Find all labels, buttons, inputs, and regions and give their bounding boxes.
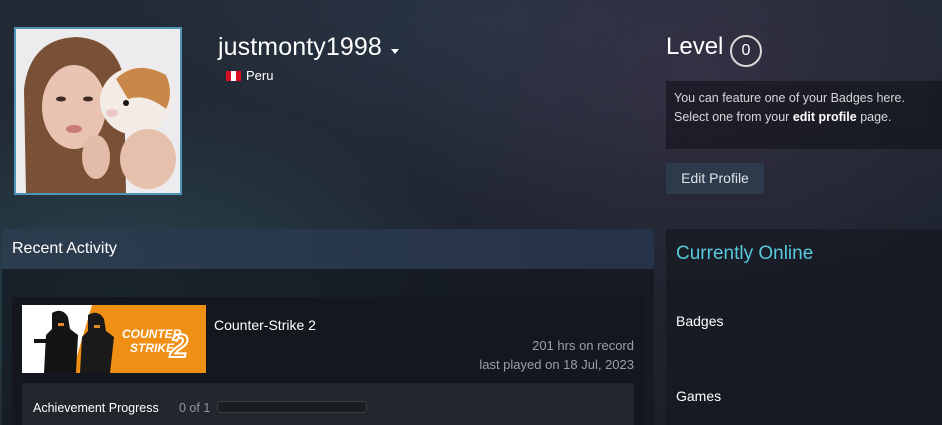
profile-country: Peru — [246, 68, 274, 83]
counter-strike-capsule-art: COUNTER STRIKE 2 — [22, 305, 206, 373]
sidebar-link-games[interactable]: Games — [676, 388, 721, 404]
level-label: Level — [666, 33, 724, 60]
sidebar-link-badges[interactable]: Badges — [676, 313, 723, 329]
avatar-image — [16, 29, 180, 193]
recent-activity-header: Recent Activity — [2, 229, 654, 269]
game-capsule-image[interactable]: COUNTER STRIKE 2 — [22, 305, 206, 373]
edit-profile-button[interactable]: Edit Profile — [666, 163, 764, 194]
featured-badge-placeholder: You can feature one of your Badges here.… — [666, 81, 942, 149]
game-title[interactable]: Counter-Strike 2 — [214, 317, 316, 333]
achievement-progress-count: 0 of 1 — [179, 401, 211, 415]
profile-avatar[interactable] — [14, 27, 182, 195]
achievement-progress-label[interactable]: Achievement Progress — [33, 401, 159, 415]
edit-profile-link[interactable]: edit profile — [793, 110, 857, 124]
profile-username[interactable]: justmonty1998 — [218, 33, 382, 62]
game-hours: 201 hrs on record — [532, 338, 634, 353]
badge-hint-line1: You can feature one of your Badges here. — [674, 91, 905, 105]
peru-flag-icon — [226, 71, 241, 81]
capsule-numeral: 2 — [169, 328, 188, 364]
level-value-badge[interactable]: 0 — [730, 35, 762, 67]
game-last-played: last played on 18 Jul, 2023 — [479, 357, 634, 372]
achievement-progress-bar — [217, 401, 367, 413]
online-status: Currently Online — [676, 243, 814, 264]
chevron-down-icon[interactable] — [391, 49, 399, 54]
badge-hint-suffix: page. — [856, 110, 892, 124]
capsule-line2: STRIKE — [130, 341, 175, 355]
badge-hint-line2: Select one from your — [674, 110, 793, 124]
recent-activity-title: Recent Activity — [12, 240, 117, 257]
